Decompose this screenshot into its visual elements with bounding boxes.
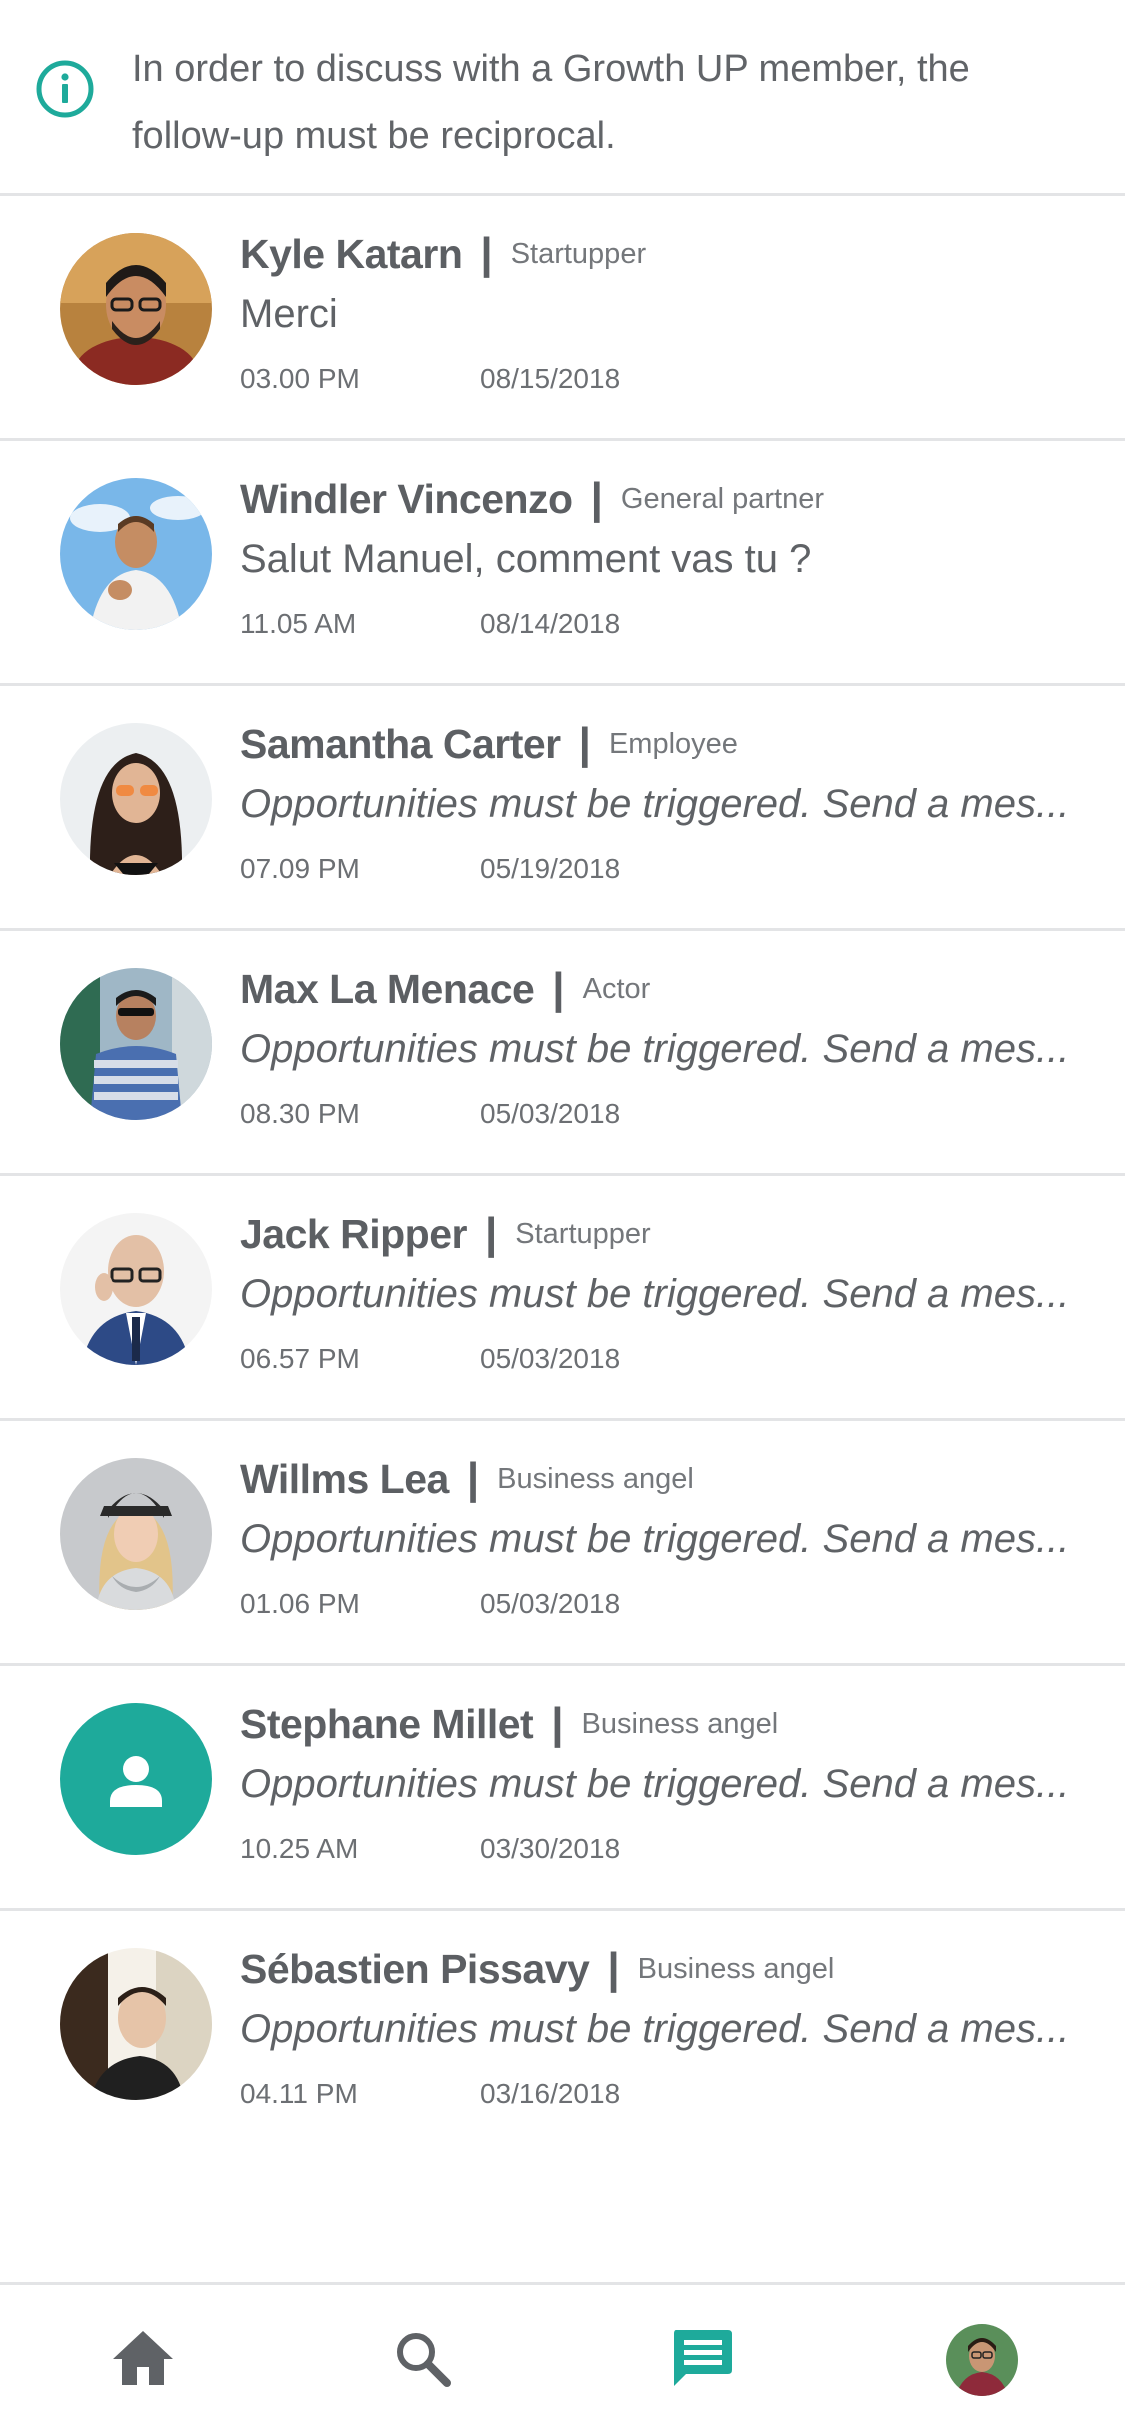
message-preview: Opportunities must be triggered. Send a …: [240, 1762, 1070, 1806]
contact-name: Jack Ripper: [240, 1210, 467, 1257]
bottom-nav: [0, 2282, 1125, 2436]
avatar: [60, 1948, 212, 2100]
contact-name: Kyle Katarn: [240, 230, 463, 277]
conversation-row[interactable]: Samantha Carter | Employee Opportunities…: [0, 686, 1125, 931]
conversation-row[interactable]: Sébastien Pissavy | Business angel Oppor…: [0, 1911, 1125, 2156]
message-date: 05/19/2018: [480, 853, 621, 884]
contact-name: Windler Vincenzo: [240, 475, 573, 522]
name-separator: |: [484, 1209, 498, 1258]
name-separator: |: [466, 1454, 480, 1503]
message-time: 11.05 AM: [240, 608, 357, 639]
message-time: 08.30 PM: [240, 1098, 360, 1129]
message-time: 03.00 PM: [240, 363, 360, 394]
name-line: Jack Ripper | Startupper: [240, 1206, 651, 1262]
nav-search-button[interactable]: [352, 2285, 492, 2435]
message-preview: Merci: [240, 292, 338, 336]
avatar: [60, 233, 212, 385]
conversation-row[interactable]: Windler Vincenzo | General partner Salut…: [0, 441, 1125, 686]
nav-home-button[interactable]: [73, 2285, 213, 2435]
message-preview: Opportunities must be triggered. Send a …: [240, 782, 1070, 826]
contact-name: Sébastien Pissavy: [240, 1945, 590, 1992]
default-avatar: [60, 1703, 212, 1855]
conversation-list: Kyle Katarn | Startupper Merci 03.00 PM …: [0, 196, 1125, 2156]
name-separator: |: [552, 964, 565, 1013]
message-date: 08/14/2018: [480, 608, 621, 639]
avatar: [60, 1458, 212, 1610]
contact-role: Actor: [582, 972, 651, 1005]
avatar: [60, 1213, 212, 1365]
message-preview: Opportunities must be triggered. Send a …: [240, 2007, 1070, 2051]
contact-role: Business angel: [497, 1462, 694, 1495]
name-line: Willms Lea | Business angel: [240, 1451, 694, 1507]
info-text: In order to discuss with a Growth UP mem…: [132, 48, 970, 157]
name-line: Windler Vincenzo | General partner: [240, 471, 824, 527]
nav-messages-button[interactable]: [632, 2285, 772, 2435]
message-time: 07.09 PM: [240, 853, 360, 884]
search-icon: [392, 2328, 452, 2393]
conversation-row[interactable]: Stephane Millet | Business angel Opportu…: [0, 1666, 1125, 1911]
message-preview: Opportunities must be triggered. Send a …: [240, 1027, 1070, 1071]
conversation-row[interactable]: Willms Lea | Business angel Opportunitie…: [0, 1421, 1125, 1666]
avatar: [60, 968, 212, 1120]
message-time: 04.11 PM: [240, 2078, 358, 2109]
name-line: Samantha Carter | Employee: [240, 716, 738, 772]
message-date: 03/30/2018: [480, 1833, 621, 1864]
message-date: 05/03/2018: [480, 1588, 621, 1619]
avatar: [60, 723, 212, 875]
name-separator: |: [590, 474, 603, 523]
message-time: 10.25 AM: [240, 1833, 359, 1864]
chat-icon: [670, 2326, 734, 2395]
contact-role: Business angel: [581, 1707, 779, 1740]
message-date: 05/03/2018: [480, 1098, 621, 1129]
info-banner: In order to discuss with a Growth UP mem…: [0, 0, 1125, 196]
contact-name: Stephane Millet: [240, 1700, 534, 1747]
conversation-row[interactable]: Kyle Katarn | Startupper Merci 03.00 PM …: [0, 196, 1125, 441]
profile-avatar: [946, 2324, 1018, 2396]
home-icon: [111, 2329, 175, 2392]
contact-role: Business angel: [637, 1952, 835, 1985]
contact-role: General partner: [620, 482, 825, 515]
name-line: Sébastien Pissavy | Business angel: [240, 1941, 834, 1997]
info-icon: [34, 58, 96, 120]
contact-role: Startupper: [510, 237, 647, 270]
messages-screen: In order to discuss with a Growth UP mem…: [0, 0, 1125, 2436]
name-separator: |: [578, 719, 591, 768]
message-time: 01.06 PM: [240, 1588, 360, 1619]
message-preview: Salut Manuel, comment vas tu ?: [240, 537, 812, 581]
message-date: 08/15/2018: [480, 363, 621, 394]
nav-profile-button[interactable]: [912, 2285, 1052, 2435]
conversation-row[interactable]: Jack Ripper | Startupper Opportunities m…: [0, 1176, 1125, 1421]
message-preview: Opportunities must be triggered. Send a …: [240, 1272, 1070, 1316]
name-line: Kyle Katarn | Startupper: [240, 226, 646, 282]
contact-name: Samantha Carter: [240, 720, 561, 767]
name-separator: |: [607, 1944, 620, 1993]
message-preview: Opportunities must be triggered. Send a …: [240, 1517, 1070, 1561]
message-date: 05/03/2018: [480, 1343, 621, 1374]
conversation-row[interactable]: Max La Menace | Actor Opportunities must…: [0, 931, 1125, 1176]
message-time: 06.57 PM: [240, 1343, 360, 1374]
contact-name: Willms Lea: [240, 1455, 449, 1502]
name-separator: |: [480, 229, 493, 278]
contact-name: Max La Menace: [240, 965, 535, 1012]
message-date: 03/16/2018: [480, 2078, 621, 2109]
name-separator: |: [551, 1699, 564, 1748]
name-line: Stephane Millet | Business angel: [240, 1696, 778, 1752]
avatar: [60, 478, 212, 630]
contact-role: Employee: [608, 727, 738, 760]
name-line: Max La Menace | Actor: [240, 961, 650, 1017]
contact-role: Startupper: [515, 1217, 651, 1250]
